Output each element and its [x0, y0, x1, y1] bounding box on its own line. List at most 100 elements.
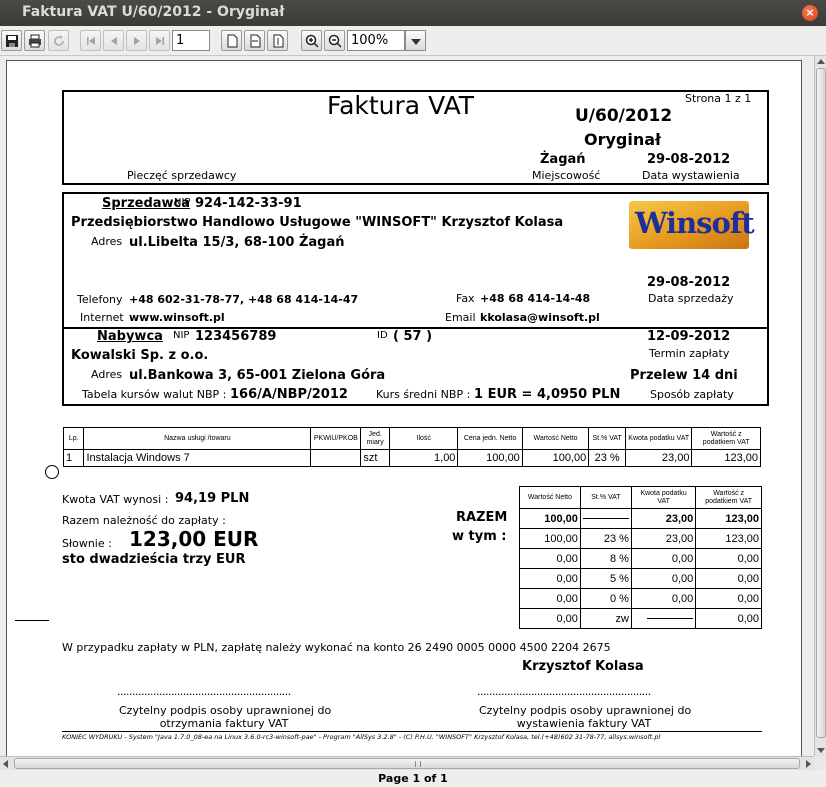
col-header: Ilość: [388, 427, 459, 450]
vertical-scrollbar[interactable]: [814, 56, 826, 756]
fax-label: Fax: [456, 292, 475, 305]
seller-nip-label: NIP: [174, 197, 191, 208]
buyer-address-label: Adres: [91, 368, 123, 381]
floppy-icon: [5, 34, 18, 47]
dash-line: [582, 518, 629, 520]
horizontal-scroll-thumb[interactable]: [14, 758, 800, 769]
seller-stamp-label: Pieczęć sprzedawcy: [127, 169, 237, 182]
vat-cell: 23,00: [630, 528, 697, 549]
total-due-label: Razem należność do zapłaty :: [62, 514, 226, 527]
seller-address: ul.Libelta 15/3, 68-100 Żagań: [129, 235, 345, 250]
fit-width-icon: [250, 34, 260, 47]
fit-page-button[interactable]: [267, 30, 288, 51]
internet-label: Internet: [80, 311, 124, 324]
seller-fax: +48 68 414-14-48: [480, 292, 591, 305]
signature-left: Czytelny podpis osoby uprawnionej do otr…: [119, 704, 332, 730]
radio-marker: [45, 465, 59, 479]
zoom-in-icon: [305, 34, 319, 48]
print-button[interactable]: [24, 30, 45, 51]
seller-phones: +48 602-31-78-77, +48 68 414-14-47: [129, 293, 359, 306]
cell-name: Instalacja Windows 7: [83, 449, 312, 467]
col-header: PKWiU/PKOB: [310, 427, 362, 450]
gross-cell: 0,00: [695, 548, 762, 569]
title-bar[interactable]: Faktura VAT U/60/2012 - Oryginał ×: [0, 0, 826, 26]
scroll-left-icon[interactable]: [3, 760, 8, 768]
page-number-input[interactable]: [172, 30, 210, 51]
buyer-nip: 123456789: [195, 329, 277, 344]
logo-text: Winsoft: [635, 206, 755, 240]
rate-cell: zw: [579, 608, 632, 629]
actual-size-button[interactable]: [221, 30, 242, 51]
col-header: Jed. miary: [360, 427, 390, 450]
col-header: St.% VAT: [588, 427, 627, 450]
page-icon: [227, 34, 237, 47]
zoom-combobox[interactable]: [347, 30, 405, 51]
issuer-name: Krzysztof Kolasa: [522, 659, 644, 674]
cell-vat-rate: 23 %: [588, 449, 627, 467]
page-indicator: Page 1 of 1: [378, 772, 448, 785]
vat-cell: 0,00: [630, 568, 697, 589]
gross-cell: 123,00: [695, 528, 762, 549]
col-header: Wartość Netto: [519, 486, 581, 509]
last-page-icon: [155, 36, 164, 45]
total-words: sto dwadzieścia trzy EUR: [62, 552, 246, 567]
sale-date: 29-08-2012: [647, 275, 731, 290]
email-label: Email: [445, 311, 476, 324]
razem-label: RAZEM: [456, 510, 508, 525]
bank-note: W przypadku zapłaty w PLN, zapłatę należ…: [62, 641, 611, 654]
col-header: Kwota podatku VAT: [630, 486, 697, 509]
scroll-down-icon[interactable]: [817, 748, 825, 753]
toolbar: [0, 26, 826, 56]
buyer-address: ul.Bankowa 3, 65-001 Zielona Góra: [129, 368, 386, 383]
signature-left-line1: Czytelny podpis osoby uprawnionej do: [119, 704, 332, 717]
report-viewport: Strona 1 z 1 Faktura VAT U/60/2012 Orygi…: [0, 56, 826, 756]
copy-type: Oryginał: [584, 130, 661, 149]
total-vat: 23,00: [630, 508, 697, 529]
zoom-in-button[interactable]: [301, 30, 322, 51]
vat-summary-table: Wartość Netto St.% VAT Kwota podatku VAT…: [519, 486, 762, 629]
vat-cell-blank: [630, 608, 697, 629]
cell-unit-price: 100,00: [457, 449, 523, 467]
horizontal-scrollbar[interactable]: [0, 756, 814, 770]
zoom-out-button[interactable]: [324, 30, 345, 51]
total-net: 100,00: [519, 508, 581, 529]
due-date: 12-09-2012: [647, 329, 731, 344]
table-row: 0,00 8 % 0,00 0,00: [519, 548, 762, 569]
zoom-dropdown-button[interactable]: [405, 30, 426, 51]
next-page-button[interactable]: [126, 30, 147, 51]
buyer-id: ( 57 ): [393, 329, 433, 344]
cell-gross-value: 123,00: [691, 449, 761, 467]
vat-amount-label: Kwota VAT wynosi :: [62, 493, 169, 506]
dash-line: [647, 618, 694, 620]
reload-button[interactable]: [48, 30, 69, 51]
fit-width-button[interactable]: [244, 30, 265, 51]
col-header: Wartość z podatkiem VAT: [691, 427, 761, 450]
total-rate-blank: [579, 508, 632, 529]
nbp-table-label: Tabela kursów walut NBP :: [82, 388, 227, 401]
winsoft-logo: Winsoft: [629, 201, 755, 249]
signature-dots-right: ........................................…: [477, 685, 651, 698]
last-page-button[interactable]: [149, 30, 170, 51]
scroll-right-icon[interactable]: [806, 760, 811, 768]
vat-amount: 94,19 PLN: [175, 491, 250, 506]
gross-cell: 0,00: [695, 588, 762, 609]
col-header: St.% VAT: [579, 486, 632, 509]
net-cell: 0,00: [519, 608, 581, 629]
net-cell: 0,00: [519, 588, 581, 609]
first-page-button[interactable]: [80, 30, 101, 51]
cell-vat-amount: 23,00: [625, 449, 693, 467]
issue-date: 29-08-2012: [647, 152, 731, 167]
signature-left-line2: otrzymania faktury VAT: [159, 717, 289, 730]
previous-page-button[interactable]: [103, 30, 124, 51]
close-icon[interactable]: ×: [802, 5, 818, 21]
vertical-scroll-thumb[interactable]: [816, 68, 826, 738]
net-cell: 0,00: [519, 568, 581, 589]
items-table: Lp. Nazwa usługi /towaru PKWiU/PKOB Jed.…: [62, 427, 761, 467]
cell-pkwiu: [310, 449, 362, 467]
payment-method: Przelew 14 dni: [630, 368, 738, 383]
col-header: Cena jedn. Netto: [457, 427, 523, 450]
save-button[interactable]: [1, 30, 22, 51]
signature-right-line2: wystawienia faktury VAT: [516, 717, 652, 730]
scroll-up-icon[interactable]: [817, 59, 825, 64]
signature-right-line1: Czytelny podpis osoby uprawnionej do: [479, 704, 692, 717]
